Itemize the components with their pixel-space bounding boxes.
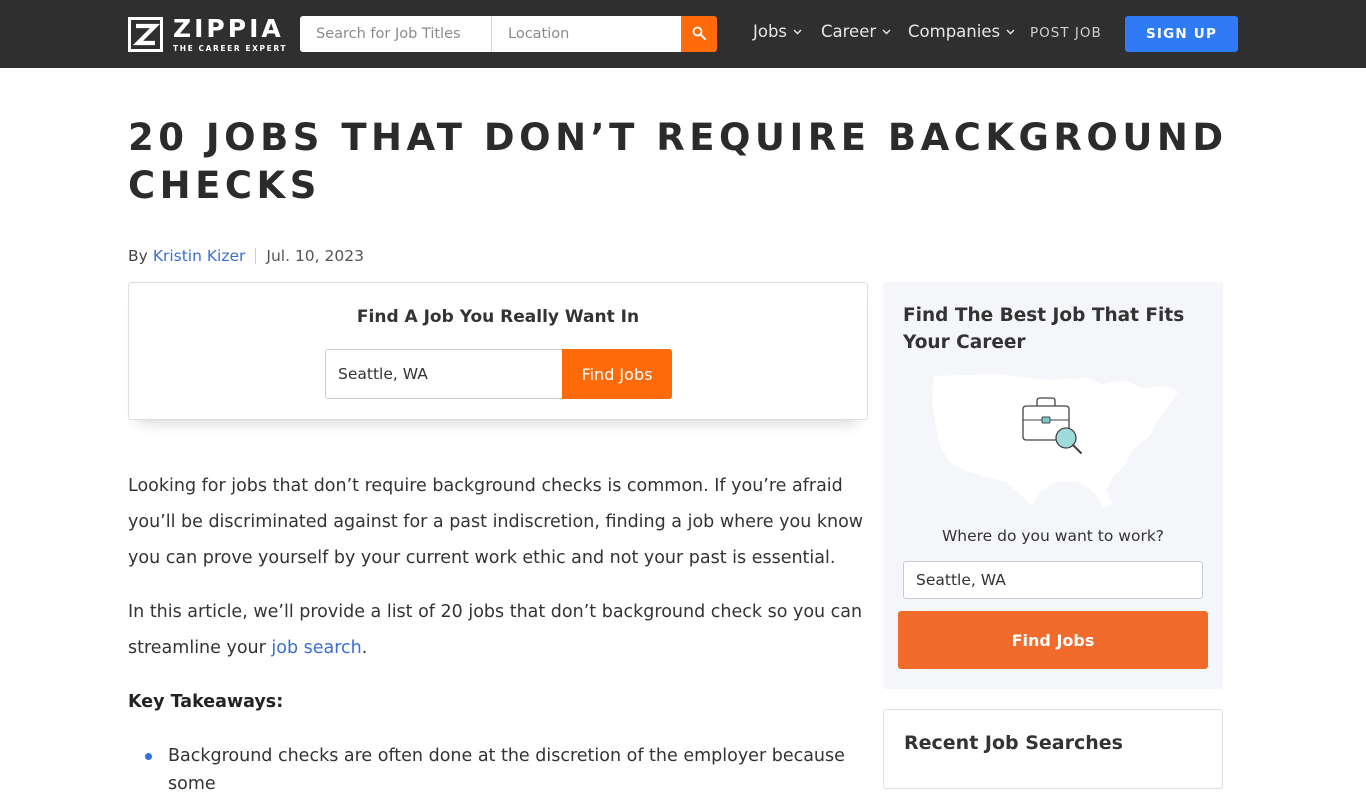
find-job-widget: Find A Job You Really Want In Find Jobs <box>128 282 868 420</box>
find-jobs-button[interactable]: Find Jobs <box>562 349 672 399</box>
chevron-down-icon <box>793 29 802 35</box>
top-navigation-bar: ZIPPIA THE CAREER EXPERT Jobs Career Com… <box>0 0 1366 68</box>
paragraph-2-end: . <box>361 638 368 658</box>
nav-career-label: Career <box>821 22 877 41</box>
logo-name: ZIPPIA <box>173 14 284 43</box>
chevron-down-icon <box>882 29 891 35</box>
byline-divider <box>255 248 257 264</box>
usa-map-briefcase-icon <box>928 370 1183 510</box>
search-button[interactable] <box>681 16 717 52</box>
sidebar-card-title: Find The Best Job That Fits Your Career <box>903 305 1185 353</box>
nav-companies-menu[interactable]: Companies <box>908 22 1015 41</box>
sidebar-location-question: Where do you want to work? <box>941 527 1165 545</box>
key-takeaways-heading: Key Takeaways: <box>128 692 284 712</box>
intro-paragraph: Looking for jobs that don’t require back… <box>128 476 864 568</box>
paragraph-2-text: In this article, we’ll provide a list of… <box>128 602 863 658</box>
sidebar-find-jobs-button[interactable]: Find Jobs <box>898 611 1208 669</box>
page-title: 20 JOBS THAT DON’T REQUIRE BACKGROUND CH… <box>128 116 1228 207</box>
find-job-location-input[interactable] <box>325 349 562 399</box>
nav-jobs-label: Jobs <box>753 22 788 41</box>
article-paragraph-2: In this article, we’ll provide a list of… <box>128 594 868 666</box>
logo-tagline: THE CAREER EXPERT <box>173 44 288 53</box>
job-title-search-input[interactable] <box>300 16 491 52</box>
sidebar-job-search-card: Find The Best Job That Fits Your Career … <box>883 282 1223 689</box>
list-item: Background checks are often done at the … <box>128 742 868 798</box>
post-job-link[interactable]: POST JOB <box>1030 25 1102 41</box>
takeaways-list: Background checks are often done at the … <box>128 742 868 798</box>
nav-companies-label: Companies <box>908 22 1001 41</box>
zippia-logo[interactable]: ZIPPIA THE CAREER EXPERT <box>128 16 287 53</box>
job-search-link[interactable]: job search <box>271 638 361 658</box>
location-search-input[interactable] <box>491 16 681 52</box>
byline: By Kristin Kizer Jul. 10, 2023 <box>128 247 364 265</box>
find-job-widget-title: Find A Job You Really Want In <box>356 307 640 327</box>
sign-up-button[interactable]: SIGN UP <box>1125 16 1238 52</box>
by-label: By <box>128 247 148 265</box>
author-link[interactable]: Kristin Kizer <box>153 247 246 265</box>
nav-career-menu[interactable]: Career <box>821 22 891 41</box>
publish-date: Jul. 10, 2023 <box>266 247 364 265</box>
zippia-z-logo-icon <box>128 17 163 52</box>
sidebar-location-input[interactable] <box>903 561 1203 599</box>
bullet-dot <box>145 753 152 760</box>
takeaway-text: Background checks are often done at the … <box>168 746 845 794</box>
search-icon <box>692 26 706 43</box>
recent-job-searches-card: Recent Job Searches <box>883 709 1223 789</box>
chevron-down-icon <box>1006 29 1015 35</box>
recent-job-searches-title: Recent Job Searches <box>904 732 1123 754</box>
nav-jobs-menu[interactable]: Jobs <box>753 22 802 41</box>
